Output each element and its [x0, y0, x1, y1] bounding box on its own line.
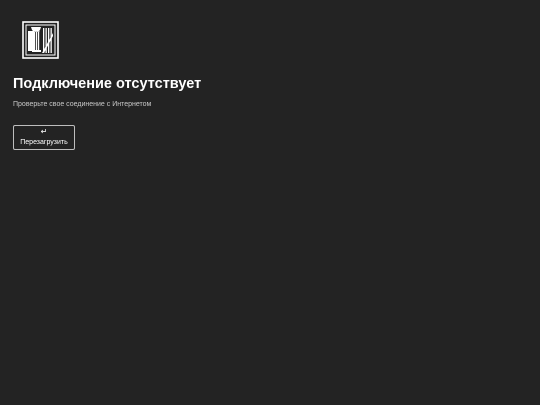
error-title: Подключение отсутствует — [13, 76, 202, 92]
reload-button[interactable]: ↵ Перезагрузить — [13, 125, 75, 150]
return-arrow-icon: ↵ — [40, 127, 48, 136]
site-logo-icon — [22, 21, 59, 59]
offline-error-page: Подключение отсутствует Проверьте свое с… — [0, 0, 540, 405]
error-message: Проверьте свое соединение с Интернетом — [13, 101, 152, 108]
reload-button-label: Перезагрузить — [20, 139, 68, 146]
